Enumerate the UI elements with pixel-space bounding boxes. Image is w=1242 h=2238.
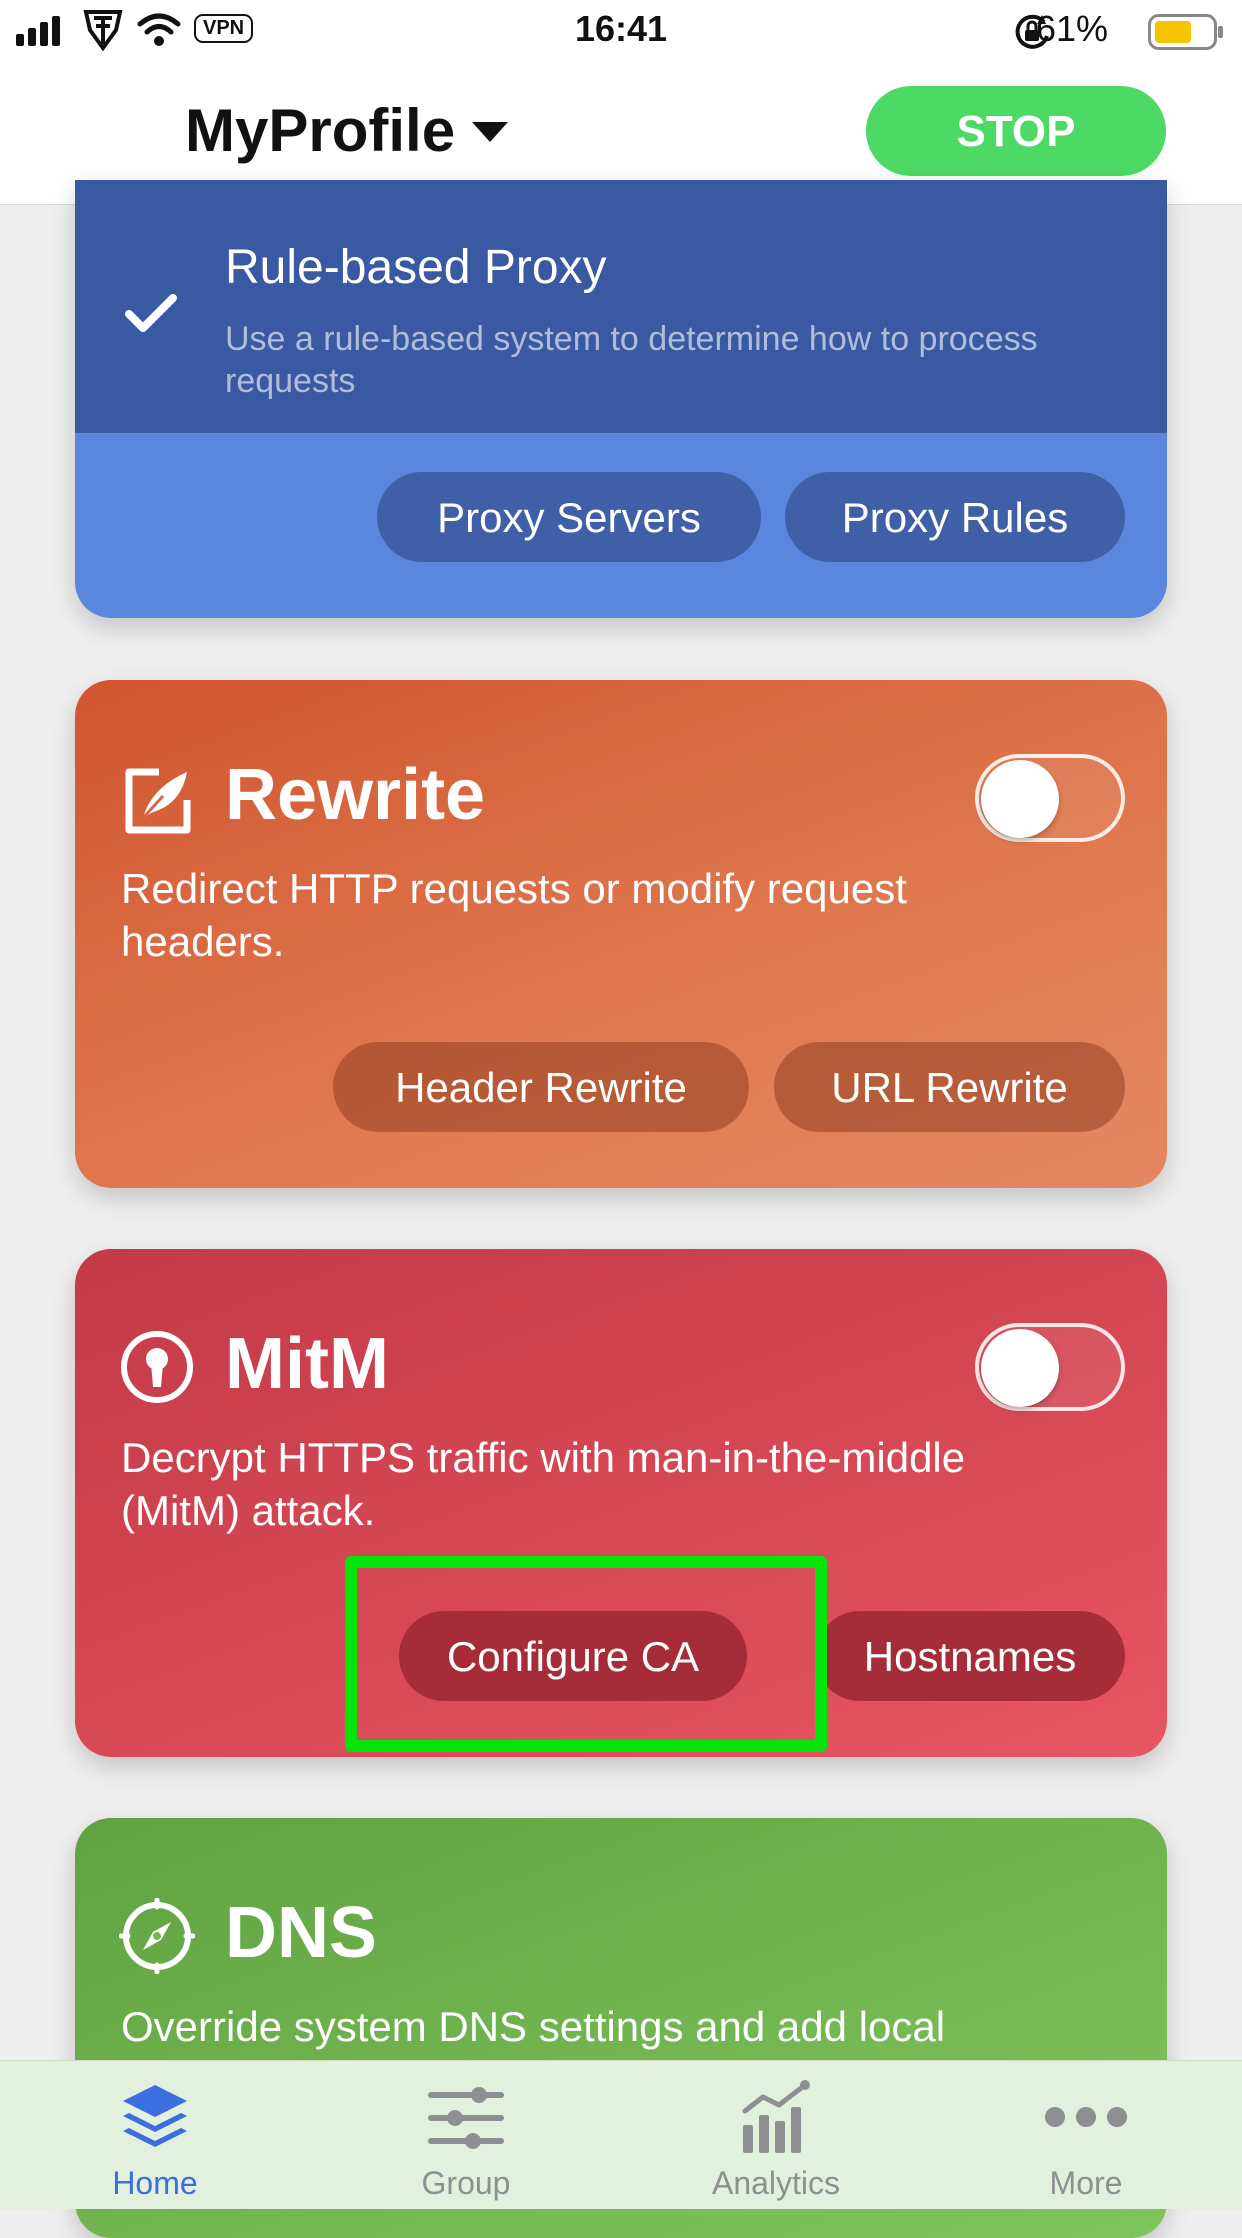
keyhole-icon <box>121 1331 193 1403</box>
header-rewrite-button[interactable]: Header Rewrite <box>333 1042 749 1132</box>
chevron-down-icon[interactable] <box>472 122 508 142</box>
rewrite-title: Rewrite <box>225 755 486 835</box>
hostnames-button[interactable]: Hostnames <box>815 1611 1125 1701</box>
proxy-mode-row[interactable]: Rule-based Proxy Use a rule-based system… <box>75 180 1167 433</box>
stop-button[interactable]: STOP <box>866 86 1166 176</box>
dns-title: DNS <box>225 1893 378 1973</box>
rewrite-card: Rewrite Redirect HTTP requests or modify… <box>75 680 1167 1188</box>
status-bar: VPN 16:41 61% <box>0 0 1242 62</box>
mitm-description: Decrypt HTTPS traffic with man-in-the-mi… <box>121 1434 966 1534</box>
rewrite-toggle[interactable] <box>975 754 1125 842</box>
url-rewrite-button[interactable]: URL Rewrite <box>774 1042 1125 1132</box>
tab-group[interactable]: Group <box>311 2061 621 2209</box>
ellipsis-icon <box>1045 2107 1127 2127</box>
proxy-card: Rule-based Proxy Use a rule-based system… <box>75 180 1167 618</box>
tab-label: Group <box>421 2165 511 2201</box>
proxy-mode-description: Use a rule-based system to determine how… <box>225 320 1038 400</box>
tab-analytics[interactable]: Analytics <box>621 2061 931 2209</box>
edit-feather-icon <box>125 768 191 834</box>
dns-description: Override system DNS settings and add loc… <box>121 2003 946 2050</box>
proxy-servers-button[interactable]: Proxy Servers <box>377 472 761 562</box>
tab-home[interactable]: Home <box>0 2061 310 2209</box>
tab-bar: Home Group Analytics More <box>0 2060 1242 2209</box>
layers-icon <box>123 2085 187 2147</box>
app-logo-icon <box>76 100 132 170</box>
mitm-title: MitM <box>225 1324 389 1404</box>
highlight-box <box>345 1556 827 1752</box>
toggle-knob <box>981 760 1059 838</box>
tab-label: More <box>1049 2165 1123 2201</box>
mitm-toggle[interactable] <box>975 1323 1125 1411</box>
sliders-icon <box>428 2087 504 2149</box>
proxy-mode-title: Rule-based Proxy <box>225 241 607 294</box>
chart-icon <box>742 2080 810 2153</box>
tab-label: Home <box>112 2165 198 2201</box>
tab-more[interactable]: More <box>931 2061 1241 2209</box>
checkmark-icon <box>125 294 177 332</box>
compass-icon <box>119 1898 195 1974</box>
rewrite-description: Redirect HTTP requests or modify request… <box>121 865 907 965</box>
battery-percent: 61% <box>1035 8 1108 49</box>
battery-icon <box>1148 14 1223 50</box>
toggle-knob <box>981 1329 1059 1407</box>
tab-label: Analytics <box>711 2165 841 2201</box>
proxy-rules-button[interactable]: Proxy Rules <box>785 472 1125 562</box>
profile-title[interactable]: MyProfile <box>185 96 455 165</box>
